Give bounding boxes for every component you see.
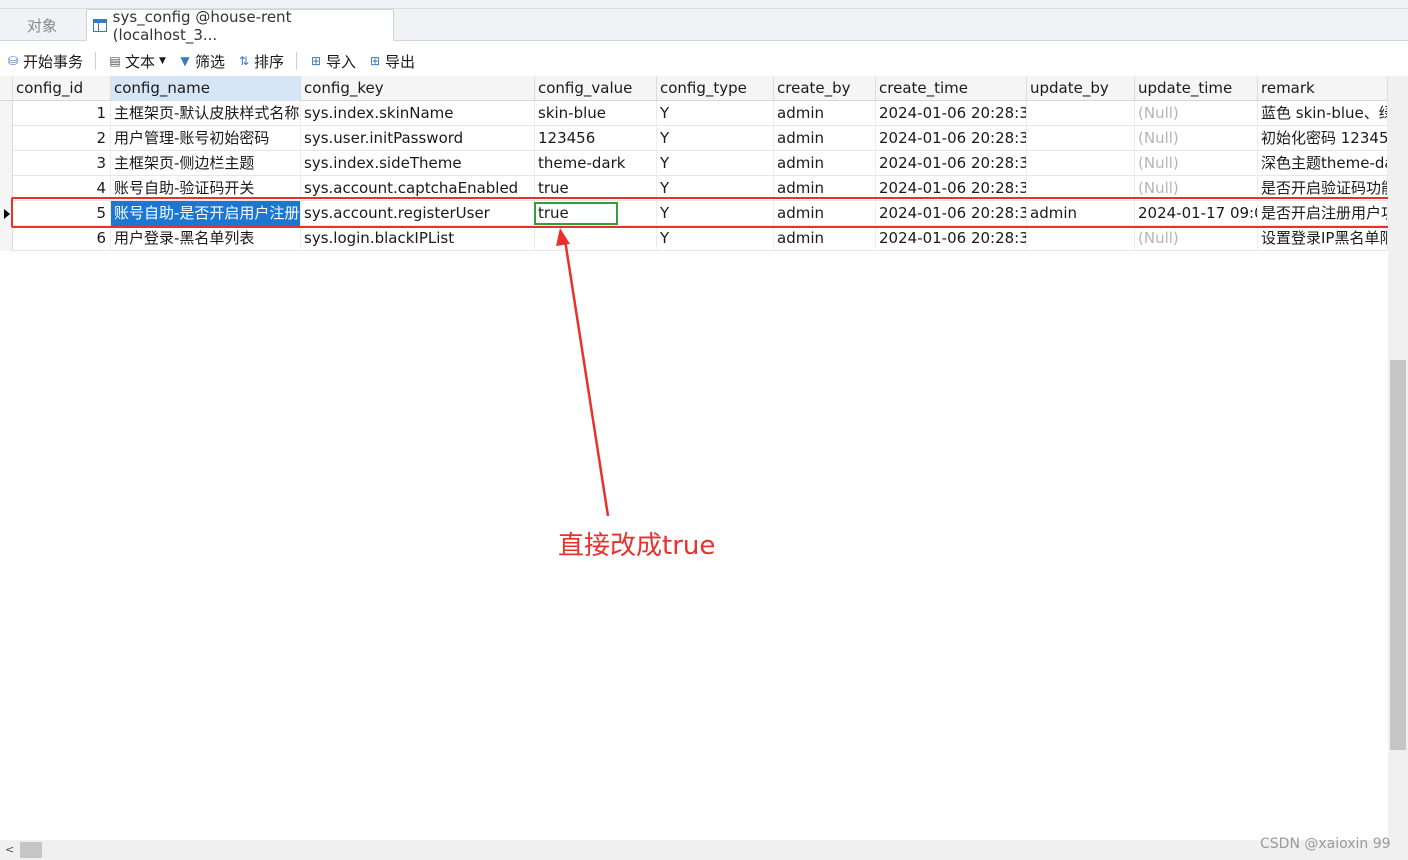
horizontal-scroll-thumb[interactable] — [20, 842, 42, 858]
vertical-scrollbar[interactable] — [1388, 76, 1408, 840]
arrow-head — [556, 228, 570, 246]
annotation-text: 直接改成true — [558, 531, 716, 561]
watermark: CSDN @xaioxin 99 — [1260, 836, 1391, 852]
horizontal-scrollbar[interactable]: < — [0, 840, 1408, 860]
scroll-left-icon[interactable]: < — [5, 843, 14, 856]
arrow-line — [563, 239, 610, 517]
annotation-arrow — [556, 228, 610, 517]
vertical-scroll-thumb[interactable] — [1390, 360, 1406, 750]
